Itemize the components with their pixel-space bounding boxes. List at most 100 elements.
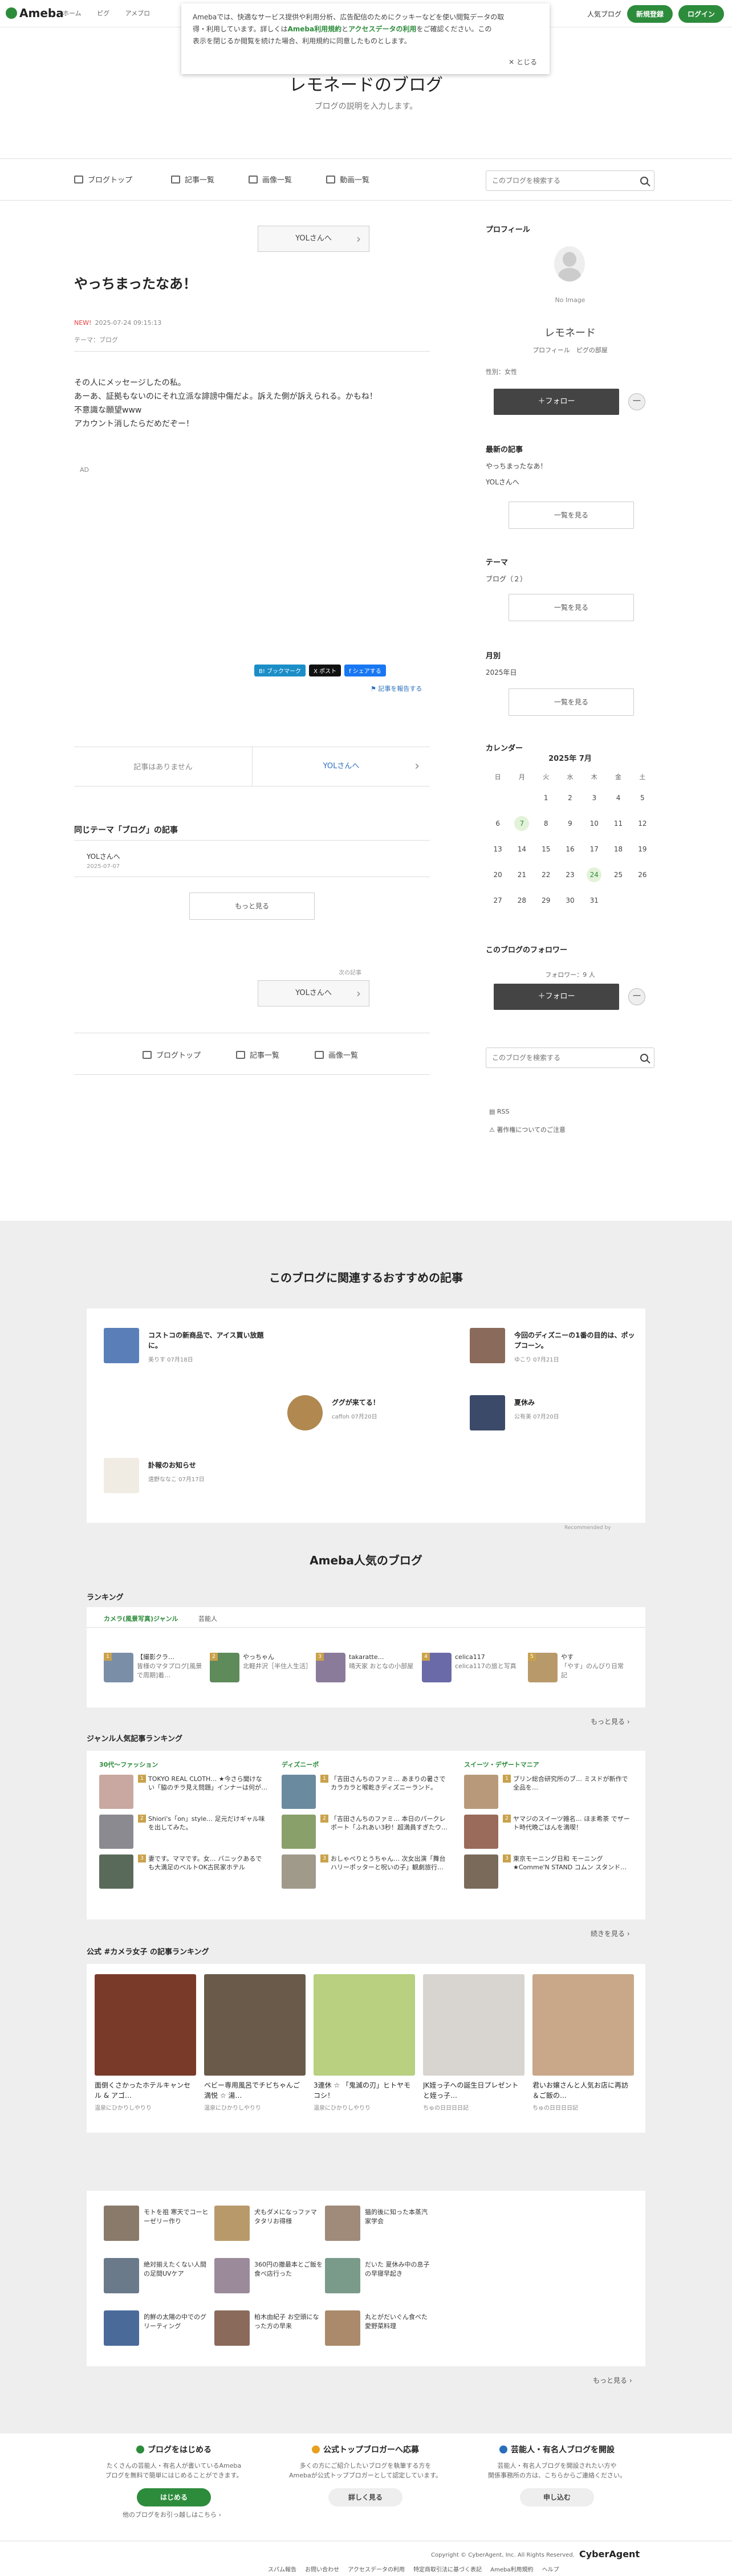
popular-blogs-link[interactable]: 人気ブログ	[587, 9, 621, 19]
terms-link[interactable]: Ameba利用規約	[287, 25, 341, 33]
nav-image-list[interactable]: 画像一覧	[249, 174, 292, 185]
theme-item[interactable]: ブログ（２）	[486, 573, 527, 585]
bottom-nav-entry-list[interactable]: 記事一覧	[236, 1049, 279, 1060]
next-entry-button[interactable]: YOLさんへ	[258, 226, 369, 252]
crumb-home[interactable]: ホーム	[63, 10, 82, 17]
more-options-button[interactable]: ー	[628, 393, 645, 410]
nav-blog-top[interactable]: ブログトップ	[74, 174, 132, 185]
copyright-note-link[interactable]: ⚠ 著作権についてのご注意	[489, 1125, 566, 1134]
footer-link[interactable]: お問い合わせ	[305, 2567, 339, 2573]
calendar-day-with-entry[interactable]: 24	[587, 867, 602, 882]
more-options-button-2[interactable]: ー	[628, 988, 645, 1005]
small-article[interactable]: 柏木由紀子 お空頭になった方の早来	[214, 2310, 323, 2350]
small-article[interactable]: 的鮮の太陽の中でのグリーティング	[104, 2310, 212, 2350]
ranking-item[interactable]: 2 やっちゃん 北軽井沢［半住人生活］	[210, 1653, 312, 1689]
tab-celebrity[interactable]: 芸能人	[198, 1614, 217, 1623]
genre-item[interactable]: 3 東京モーニング日和 モーニング★Comme'N STAND コムン スタンド…	[464, 1854, 635, 1894]
genre-name[interactable]: 30代〜ファッション	[99, 1760, 270, 1769]
small-more-link[interactable]: もっと見る ›	[593, 2375, 632, 2385]
ranking-item[interactable]: 4 celica117 celica117の旅と写真	[422, 1653, 524, 1689]
cyberagent-logo[interactable]: CyberAgent	[579, 2549, 640, 2559]
bottom-nav-image-list[interactable]: 画像一覧	[315, 1049, 358, 1060]
footer-link[interactable]: Ameba利用規約	[490, 2567, 533, 2573]
cookie-close-button[interactable]: ✕ とじる	[509, 56, 537, 68]
genre-item[interactable]: 3 妻です。ママです。女… バニックあるでも大満足のベルトOK古民家ホテル	[99, 1854, 270, 1894]
follower-count[interactable]: フォロワー：9 人	[486, 970, 654, 979]
small-article[interactable]: 丸とがだいぐん食べた愛野菜料理	[325, 2310, 433, 2350]
search-icon[interactable]	[640, 1054, 648, 1062]
recommend-item[interactable]: 今回のディズニーの1番の目的は、ポップコーン。 ゆこり 07月21日	[470, 1328, 641, 1368]
more-same-theme-button[interactable]: もっと見る	[189, 892, 315, 920]
report-entry-link[interactable]: ⚑ 記事を報告する	[371, 684, 422, 693]
theme-more-button[interactable]: 一覧を見る	[509, 594, 634, 621]
blog-title[interactable]: レモネードのブログ	[0, 71, 732, 96]
access-data-link[interactable]: アクセスデータの利用	[348, 25, 416, 33]
sidebar-search-input[interactable]	[486, 1048, 623, 1067]
genre-item[interactable]: 1 ブリン総合研究所のブ… ミスドが新作で全品を…	[464, 1775, 635, 1815]
tab-camera[interactable]: カメラ(風景写真)ジャンル	[104, 1614, 178, 1623]
recommend-item[interactable]: 訃報のお知らせ 遠野ななこ 07月17日	[104, 1458, 275, 1498]
celebrity-apply-button[interactable]: 申し込む	[520, 2488, 594, 2506]
monthly-more-button[interactable]: 一覧を見る	[509, 688, 634, 716]
x-post-button[interactable]: X ポスト	[309, 665, 341, 676]
genre-item[interactable]: 1 TOKYO REAL CLOTH… ★今さら聞けない「脇のチラ見え問題」インナ…	[99, 1775, 270, 1815]
photo-item[interactable]: 3連休 ☆ 「鬼滅の刃」ヒトヤモコシ！ 温泉にひかりしやりり	[314, 1974, 415, 2112]
photo-item[interactable]: 君いお嬢さんと人気お店に再訪＆ご飯の… ちゅの日日日日記	[532, 1974, 634, 2112]
recent-item[interactable]: YOLさんへ	[486, 476, 547, 488]
genre-item[interactable]: 2 ヤマジのスイーツ雑名… ほま希茶 でザート時代晩ごはんを満喫！	[464, 1815, 635, 1854]
recommend-item[interactable]: ググが来てる！ caffoh 07月20日	[287, 1395, 458, 1435]
nav-video-list[interactable]: 動画一覧	[326, 174, 369, 185]
signup-button[interactable]: 新規登録	[627, 5, 673, 23]
calendar-day-with-entry[interactable]: 7	[514, 816, 530, 831]
small-article[interactable]: 絶対揃えたくない人間の足間UVケア	[104, 2258, 212, 2298]
rss-link[interactable]: ▤ RSS	[489, 1108, 510, 1115]
facebook-share-button[interactable]: f シェアする	[344, 665, 386, 676]
footer-link[interactable]: スパム報告	[268, 2567, 296, 2573]
start-blog-button[interactable]: はじめる	[137, 2488, 211, 2506]
prev-entry-button[interactable]: YOLさんへ	[258, 980, 369, 1006]
recommend-item[interactable]: コストコの新商品で、アイス買い放題に。 美りす 07月18日	[104, 1328, 343, 1368]
entry-theme[interactable]: テーマ：ブログ	[74, 335, 118, 344]
login-button[interactable]: ログイン	[678, 5, 724, 23]
ranking-item[interactable]: 1 【撮影クラ… 皆様のマタプログ[風景で周期]着…	[104, 1653, 206, 1689]
small-article[interactable]: 猫的後に知った本蒸汽家学会	[325, 2206, 433, 2245]
small-article[interactable]: 360円の撤最本とご飯を食べ店行った	[214, 2258, 323, 2298]
genre-more-link[interactable]: 続きを見る ›	[591, 1929, 630, 1938]
small-article[interactable]: だいた 夏休み中の息子の早寝早起き	[325, 2258, 433, 2298]
recommend-item[interactable]: 夏休み 公有美 07月20日	[470, 1395, 641, 1435]
follow-button-2[interactable]: ＋フォロー	[494, 984, 619, 1010]
profile-link[interactable]: プロフィール	[532, 347, 570, 354]
ameba-logo[interactable]: Ameba	[6, 6, 64, 20]
hatena-bookmark-button[interactable]: B! ブックマーク	[254, 665, 306, 676]
recent-item[interactable]: やっちまったなあ！	[486, 460, 547, 472]
photo-item[interactable]: 面倒くさかったホテルキャンセル & アゴ… 温泉にひかりしやりり	[95, 1974, 196, 2112]
monthly-item[interactable]: 2025年日	[486, 667, 517, 678]
small-article[interactable]: 犬もダメになっファマタタリお得様	[214, 2206, 323, 2245]
footer-link[interactable]: 特定商取引法に基づく表記	[413, 2567, 482, 2573]
genre-name[interactable]: ディズニーポ	[282, 1760, 453, 1769]
ranking-item[interactable]: 5 やす 「やす」のんびり日常記	[528, 1653, 631, 1689]
genre-item[interactable]: 1 「吉田さんちのファミ… あまりの暑さでカラカラと喉乾きディズニーランド。	[282, 1775, 453, 1815]
footer-link[interactable]: アクセスデータの利用	[348, 2567, 405, 2573]
photo-item[interactable]: ベビー専用風呂でチビちゃんご満悦 ☆ 湯… 温泉にひかりしやりり	[204, 1974, 306, 2112]
avatar[interactable]	[554, 246, 585, 282]
genre-item[interactable]: 2 「吉田さんちのファミ… 本日のパークレポート「ふれあい3秒！超満員すぎたウ…	[282, 1815, 453, 1854]
blog-search-input[interactable]	[486, 171, 623, 190]
crumb-ameblo[interactable]: アメブロ	[125, 10, 150, 17]
photo-item[interactable]: JK姪っ子への誕生日プレゼントと姪っ子… ちゅの日日日日記	[423, 1974, 524, 2112]
same-theme-item[interactable]: YOLさんへ 2025-07-07	[87, 851, 120, 872]
genre-item[interactable]: 3 おしゃべりとうちゃん… 次女出演「舞台 ハリーポッターと呪いの子」観劇旅行…	[282, 1854, 453, 1894]
small-article[interactable]: モトを祖 寒天でコーヒーゼリー作り	[104, 2206, 212, 2245]
follow-button[interactable]: ＋フォロー	[494, 389, 619, 415]
ranking-more-link[interactable]: もっと見る ›	[591, 1717, 630, 1726]
crumb-pigg[interactable]: ピグ	[97, 10, 109, 17]
entry-title[interactable]: やっちまったなあ！	[74, 272, 197, 292]
blog-move-link[interactable]: 他のブログをお引っ越しはこちら ›	[123, 2510, 221, 2519]
recent-more-button[interactable]: 一覧を見る	[509, 502, 634, 529]
ranking-item[interactable]: 3 takaratte… 晴天家 おとなの小部屋	[316, 1653, 418, 1689]
genre-name[interactable]: スイーツ・デザートマニア	[464, 1760, 635, 1769]
nav-entry-list[interactable]: 記事一覧	[171, 174, 214, 185]
footer-link[interactable]: ヘルプ	[542, 2567, 559, 2573]
top-blogger-details-button[interactable]: 詳しく見る	[328, 2488, 402, 2506]
next-entry-link[interactable]: YOLさんへ	[252, 747, 430, 786]
